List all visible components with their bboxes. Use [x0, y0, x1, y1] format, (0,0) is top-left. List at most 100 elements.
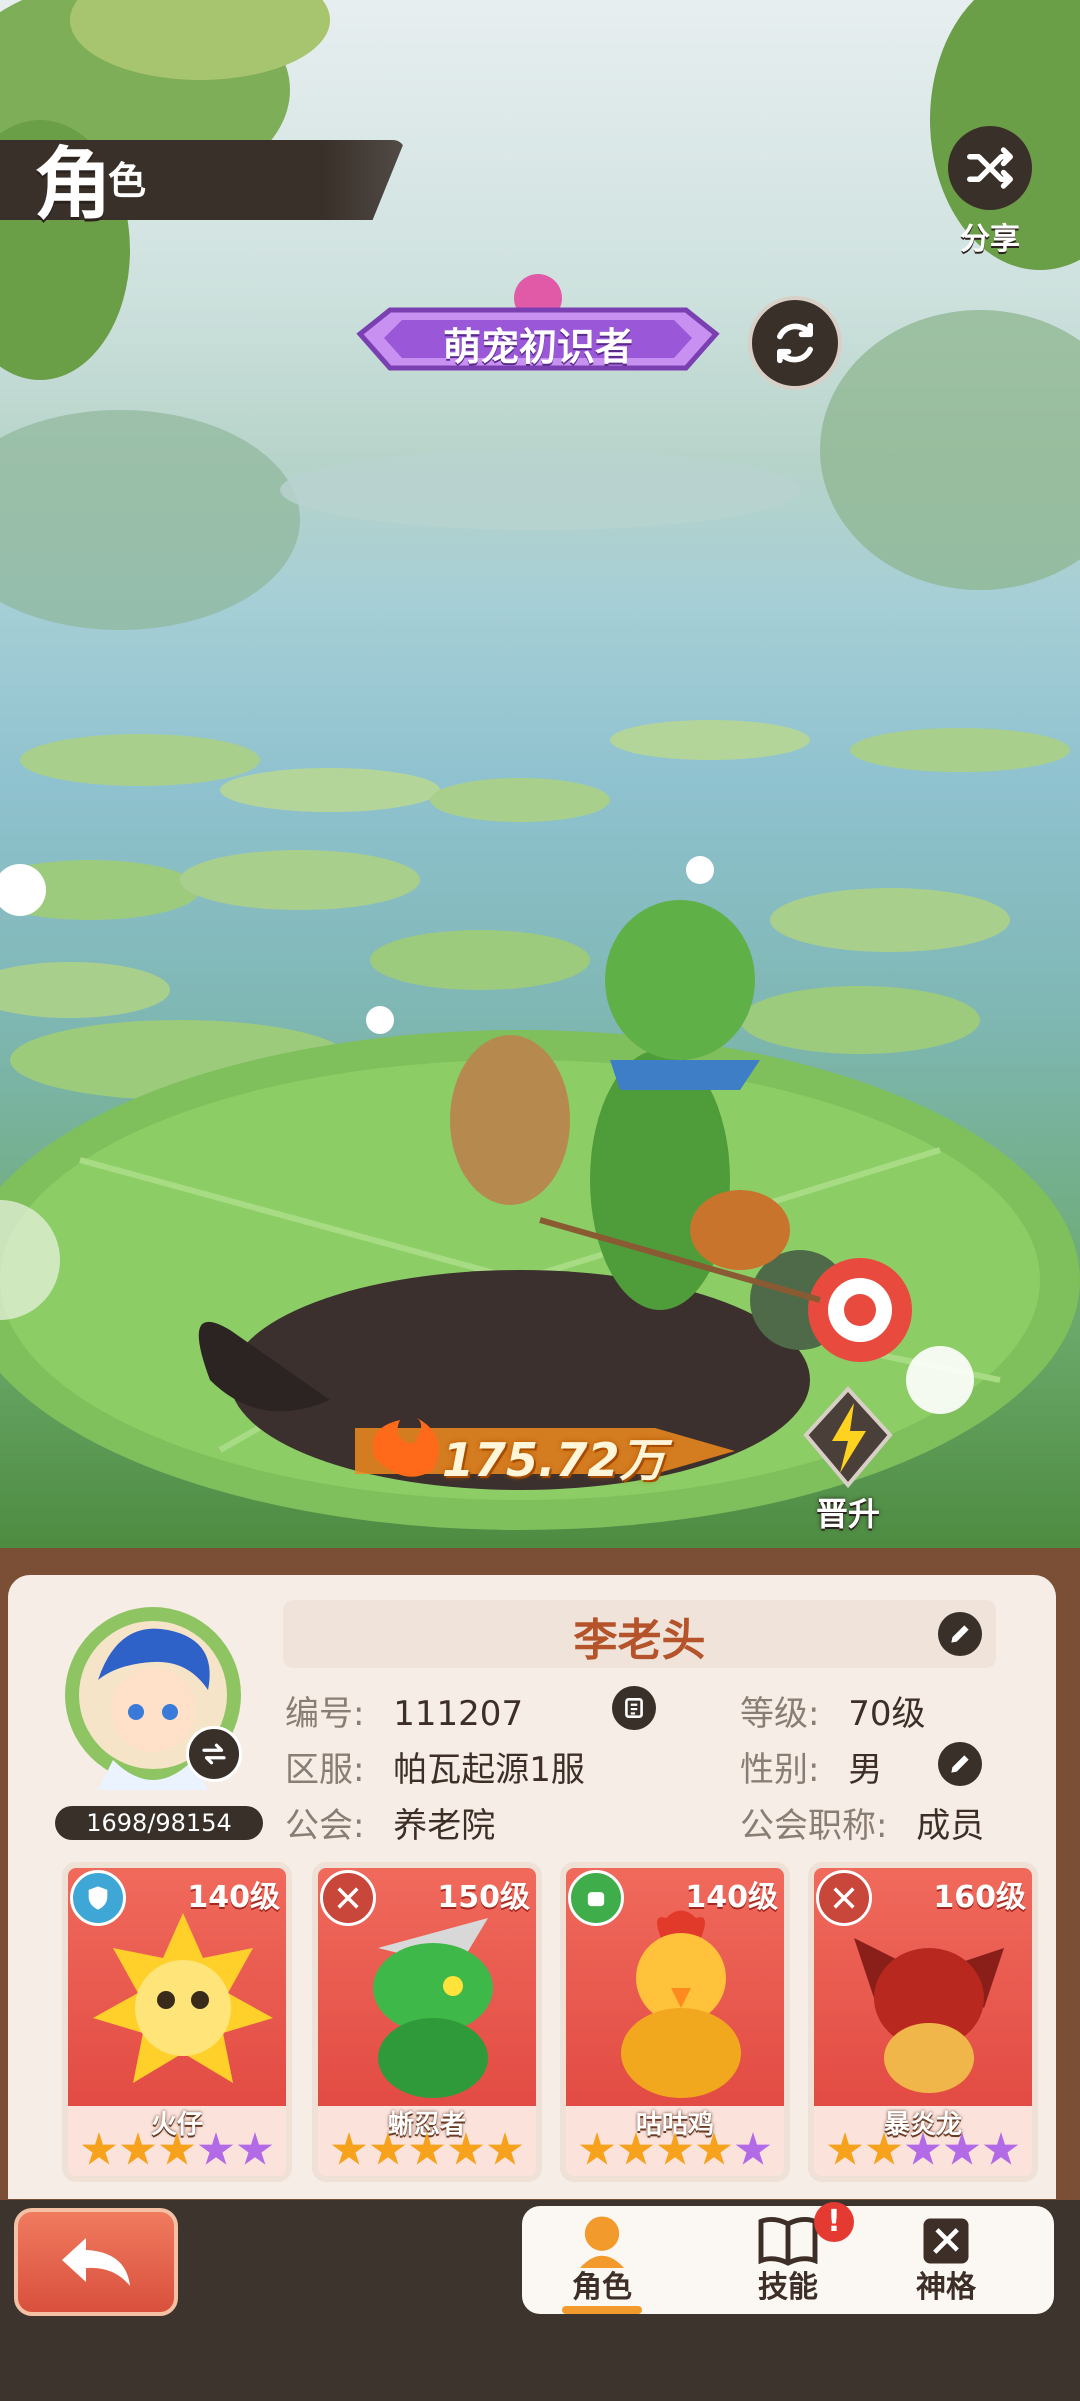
id-label: 编号:: [285, 1694, 365, 1734]
tab-bar: 角色 ! 技能 神格: [522, 2202, 1054, 2314]
pet-portrait: [621, 1910, 741, 2098]
guild-role-row: 公会职称: 成员: [740, 1798, 984, 1847]
promote-label: 晋升: [815, 1495, 880, 1533]
title-badge[interactable]: 萌宠初识者: [350, 272, 726, 384]
pencil-icon: [951, 1755, 969, 1773]
player-avatar[interactable]: [58, 1600, 248, 1800]
copy-icon: [625, 1698, 643, 1718]
pet-level: 140级: [685, 1880, 778, 1915]
page-title-main: 角: [34, 140, 113, 230]
divinity-icon: [923, 2218, 969, 2264]
star-gold-icon: [487, 2132, 523, 2165]
pet-stars: [566, 2132, 784, 2168]
pet-card[interactable]: 140级 火仔: [62, 1862, 292, 2182]
gender-value: 男: [848, 1750, 883, 1790]
level-row: 等级: 70级: [740, 1686, 926, 1735]
lightning-icon: [803, 1386, 893, 1489]
star-purple-icon: [983, 2132, 1019, 2165]
pet-element-badge: [568, 1870, 624, 1926]
book-icon: [758, 2216, 818, 2266]
star-gold-icon: [448, 2132, 484, 2165]
server-label: 区服:: [285, 1750, 365, 1790]
swap-icon[interactable]: [186, 1726, 242, 1782]
star-gold-icon: [81, 2132, 117, 2165]
level-label: 等级:: [740, 1694, 820, 1734]
server-value: 帕瓦起源1服: [393, 1750, 585, 1790]
pet-element-badge: [70, 1870, 126, 1926]
refresh-icon: [777, 322, 813, 364]
pet-portrait: [373, 1918, 493, 2098]
pet-level: 160级: [933, 1880, 1026, 1915]
server-row: 区服: 帕瓦起源1服: [285, 1742, 585, 1791]
page-title-sub: 色: [108, 159, 147, 203]
guild-label: 公会:: [285, 1806, 365, 1846]
copy-id-button[interactable]: [612, 1686, 656, 1730]
refresh-button[interactable]: [748, 296, 842, 390]
pet-element-badge: [816, 1870, 872, 1926]
tab-divinity-label: 神格: [916, 2270, 976, 2305]
star-purple-icon: [735, 2132, 771, 2165]
player-name: 李老头: [573, 1615, 706, 1666]
exp-counter: 1698/98154: [55, 1806, 263, 1840]
pet-stars: [814, 2132, 1032, 2168]
star-gold-icon: [866, 2132, 902, 2165]
pet-element-badge: [320, 1870, 376, 1926]
pet-portrait: [854, 1938, 1004, 2093]
notice-badge: !: [814, 2202, 854, 2242]
back-arrow-icon: [62, 2238, 130, 2286]
pencil-icon: [951, 1625, 969, 1643]
tab-character-label: 角色: [572, 2270, 632, 2305]
tab-skills[interactable]: ! 技能: [708, 2202, 868, 2314]
guild-row: 公会: 养老院: [285, 1798, 495, 1847]
pet-card[interactable]: 160级 暴炎龙: [808, 1862, 1038, 2182]
tab-character[interactable]: 角色: [522, 2206, 682, 2314]
pet-stars: [318, 2132, 536, 2168]
star-purple-icon: [237, 2132, 273, 2165]
pet-portrait: [93, 1913, 273, 2083]
shield-icon: [88, 1886, 108, 1910]
power-value: 175.72万: [442, 1433, 666, 1487]
star-gold-icon: [370, 2132, 406, 2165]
guild-role-label: 公会职称:: [740, 1806, 888, 1846]
star-gold-icon: [579, 2132, 615, 2165]
edit-name-button[interactable]: [938, 1612, 982, 1656]
back-button[interactable]: [14, 2208, 178, 2316]
pet-level: 150级: [437, 1880, 530, 1915]
star-gold-icon: [159, 2132, 195, 2165]
pet-level: 140级: [187, 1880, 280, 1915]
star-gold-icon: [120, 2132, 156, 2165]
edit-gender-button[interactable]: [938, 1742, 982, 1786]
guild-role-value: 成员: [916, 1806, 985, 1846]
shuffle-icon: [948, 126, 1032, 210]
star-purple-icon: [198, 2132, 234, 2165]
star-gold-icon: [696, 2132, 732, 2165]
share-button[interactable]: 分享: [930, 126, 1050, 257]
level-value: 70级: [848, 1694, 926, 1734]
star-gold-icon: [618, 2132, 654, 2165]
id-row: 编号: 111207: [285, 1686, 523, 1735]
star-purple-icon: [944, 2132, 980, 2165]
character-icon: [579, 2216, 625, 2268]
pet-card[interactable]: 140级 咕咕鸡: [560, 1862, 790, 2182]
star-gold-icon: [331, 2132, 367, 2165]
title-badge-label: 萌宠初识者: [442, 325, 633, 369]
pet-stars: [68, 2132, 286, 2168]
share-label: 分享: [960, 222, 1020, 257]
fist-icon: [587, 1892, 605, 1907]
tab-divinity[interactable]: 神格: [866, 2206, 1026, 2314]
swords-icon: [337, 1887, 359, 1909]
promote-button[interactable]: 晋升: [788, 1385, 908, 1533]
star-gold-icon: [657, 2132, 693, 2165]
gender-row: 性别: 男: [740, 1742, 882, 1791]
guild-value: 养老院: [393, 1806, 496, 1846]
active-tab-indicator: [562, 2306, 642, 2314]
star-gold-icon: [409, 2132, 445, 2165]
star-gold-icon: [827, 2132, 863, 2165]
pond-background: [0, 0, 1080, 1530]
star-purple-icon: [905, 2132, 941, 2165]
pet-card[interactable]: 150级 蜥忍者: [312, 1862, 542, 2182]
game-scene: [0, 0, 1080, 1560]
gender-label: 性别:: [740, 1750, 820, 1790]
tab-skills-label: 技能: [758, 2270, 818, 2305]
swords-icon: [833, 1887, 855, 1909]
